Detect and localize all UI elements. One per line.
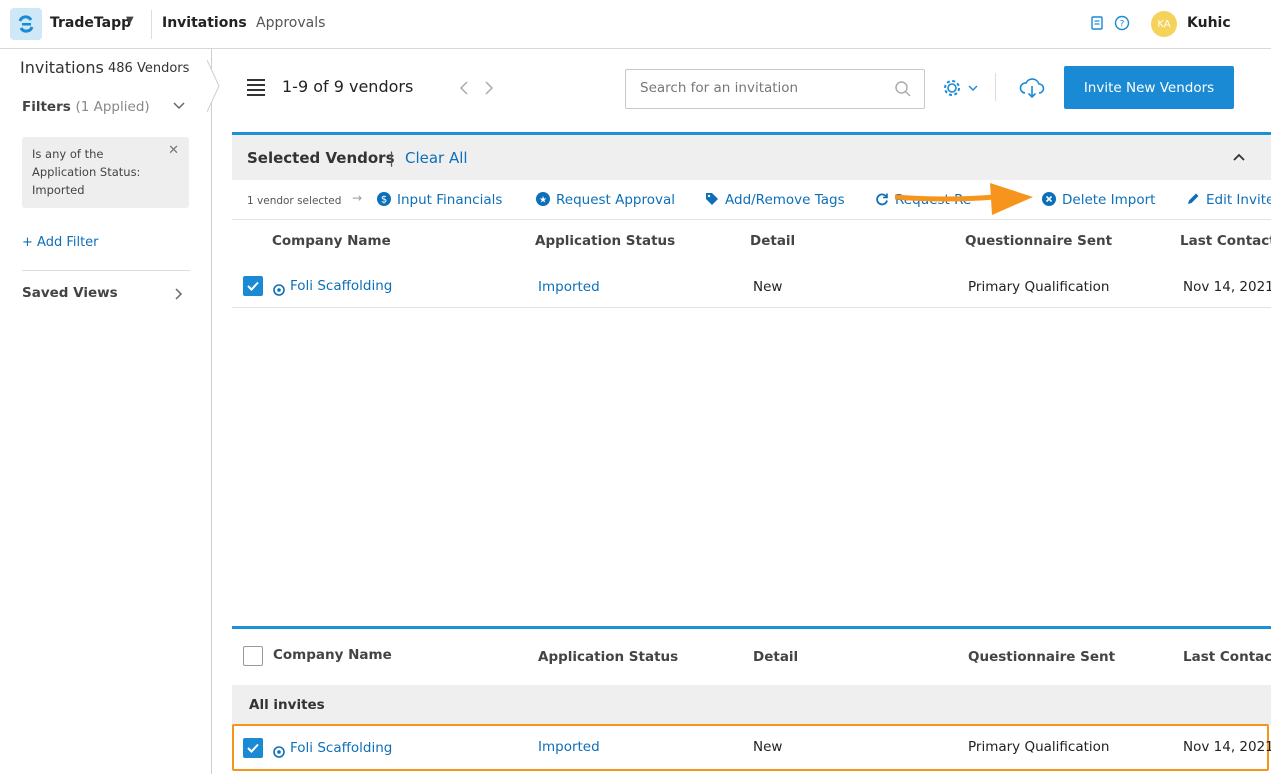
input-financials-action[interactable]: $ Input Financials — [377, 192, 502, 208]
detail-cell: New — [753, 279, 783, 295]
bulk-action-bar: 1 vendor selected → $ Input Financials ★ R… — [232, 180, 1271, 220]
sidebar-collapse-notch[interactable] — [206, 59, 221, 116]
divider — [151, 10, 152, 39]
column-header-detail[interactable]: Detail — [750, 233, 795, 249]
gear-icon[interactable] — [943, 79, 983, 101]
list-view-icon[interactable] — [247, 79, 265, 99]
questionnaire-cell: Primary Qualification — [968, 739, 1110, 755]
search-box[interactable] — [625, 69, 925, 109]
refresh-icon — [875, 192, 889, 206]
vendor-logo-icon — [273, 281, 285, 300]
last-contacted-cell: Nov 14, 2021 — [1183, 279, 1271, 295]
close-icon[interactable]: ✕ — [168, 143, 179, 158]
row-checkbox[interactable] — [243, 276, 263, 296]
tag-icon — [705, 192, 719, 206]
add-remove-tags-action[interactable]: Add/Remove Tags — [705, 192, 845, 208]
avatar[interactable]: KA — [1151, 11, 1177, 37]
pencil-icon — [1186, 192, 1200, 206]
caret-down-icon[interactable]: ▼ — [126, 15, 134, 26]
nav-invitations[interactable]: Invitations — [162, 15, 247, 31]
column-header-company[interactable]: Company Name — [272, 233, 391, 249]
tradetapp-logo-icon[interactable] — [10, 8, 42, 40]
pager-text: 1-9 of 9 vendors — [282, 77, 414, 96]
vendor-count: 486 Vendors — [108, 61, 190, 76]
column-header-last-contacted[interactable]: Last Contacte — [1183, 649, 1271, 665]
detail-cell: New — [753, 739, 783, 755]
help-icon[interactable]: ? — [1114, 15, 1130, 35]
search-input[interactable] — [640, 80, 880, 96]
arrow-right-icon: → — [352, 191, 363, 205]
svg-text:?: ? — [1120, 20, 1125, 30]
add-filter-link[interactable]: + Add Filter — [22, 235, 99, 250]
edit-invite-action[interactable]: Edit Invite — [1186, 192, 1271, 208]
dollar-circle-icon: $ — [377, 192, 391, 206]
document-icon[interactable] — [1090, 16, 1104, 35]
search-icon[interactable] — [894, 80, 912, 102]
filters-header[interactable]: Filters (1 Applied) — [22, 99, 150, 115]
user-name[interactable]: Kuhic — [1187, 15, 1231, 31]
divider — [995, 73, 996, 101]
row-checkbox[interactable] — [243, 738, 263, 758]
chevron-right-icon[interactable] — [172, 286, 186, 305]
column-header-status[interactable]: Application Status — [535, 233, 675, 249]
vendor-logo-icon — [273, 743, 285, 762]
chevron-down-icon[interactable] — [172, 98, 186, 117]
invitations-table: Company Name Application Status Detail Q… — [232, 626, 1271, 774]
action-label: Request Approval — [556, 192, 676, 208]
delete-import-action[interactable]: Delete Import — [1042, 192, 1155, 208]
last-contacted-cell: Nov 14, 2021 — [1183, 739, 1271, 755]
column-header-status[interactable]: Application Status — [538, 649, 678, 665]
divider — [232, 307, 1271, 308]
filter-chip-text: Is any of the Application Status: Import… — [32, 147, 141, 197]
svg-text:$: $ — [381, 195, 387, 206]
selected-vendors-header: Selected Vendors | Clear All — [232, 135, 1271, 180]
separator: | — [389, 149, 395, 167]
nav-approvals[interactable]: Approvals — [256, 15, 325, 31]
filter-chip[interactable]: Is any of the Application Status: Import… — [22, 137, 189, 208]
invite-new-vendors-button[interactable]: Invite New Vendors — [1064, 66, 1234, 109]
questionnaire-cell: Primary Qualification — [968, 279, 1110, 295]
request-approval-action[interactable]: ★ Request Approval — [536, 192, 675, 208]
application-status-link[interactable]: Imported — [538, 279, 600, 295]
action-label: Delete Import — [1062, 192, 1156, 208]
column-header-last-contacted[interactable]: Last Contacte — [1180, 233, 1271, 249]
chevron-up-icon[interactable] — [1232, 149, 1246, 168]
annotation-arrow — [895, 183, 1033, 215]
column-header-company[interactable]: Company Name — [273, 647, 392, 663]
company-name-link[interactable]: Foli Scaffolding — [290, 740, 392, 756]
selected-vendors-panel: Selected Vendors | Clear All 1 vendor se… — [232, 132, 1271, 308]
divider — [22, 270, 190, 271]
star-circle-icon: ★ — [536, 192, 550, 206]
table-row[interactable]: Foli Scaffolding Imported New Primary Qu… — [232, 724, 1271, 771]
top-bar: TradeTapp ▼ Invitations Approvals ? KA K… — [0, 0, 1271, 49]
action-label: Edit Invite — [1206, 192, 1271, 208]
chevron-right-icon[interactable] — [483, 80, 495, 99]
select-all-checkbox[interactable] — [243, 646, 263, 666]
filters-label: Filters — [22, 99, 71, 115]
vendor-selected-count: 1 vendor selected — [247, 195, 342, 207]
application-status-link[interactable]: Imported — [538, 739, 600, 755]
group-header: All invites — [232, 685, 1271, 725]
column-header-questionnaire[interactable]: Questionnaire Sent — [965, 233, 1112, 249]
saved-views-label[interactable]: Saved Views — [22, 285, 118, 301]
group-label: All invites — [249, 697, 325, 713]
selected-vendors-title: Selected Vendors — [247, 149, 395, 167]
company-name-link[interactable]: Foli Scaffolding — [290, 278, 392, 294]
action-label: Input Financials — [397, 192, 503, 208]
cloud-download-icon[interactable] — [1019, 77, 1045, 103]
filters-applied-count: (1 Applied) — [75, 99, 150, 115]
chevron-left-icon[interactable] — [458, 80, 470, 99]
sidebar-title: Invitations — [20, 58, 104, 77]
x-circle-icon — [1042, 192, 1056, 206]
svg-text:★: ★ — [539, 196, 547, 206]
clear-all-link[interactable]: Clear All — [405, 149, 468, 167]
action-label: Add/Remove Tags — [725, 192, 845, 208]
column-header-detail[interactable]: Detail — [753, 649, 798, 665]
column-header-questionnaire[interactable]: Questionnaire Sent — [968, 649, 1115, 665]
app-switcher-label[interactable]: TradeTapp — [50, 15, 131, 31]
